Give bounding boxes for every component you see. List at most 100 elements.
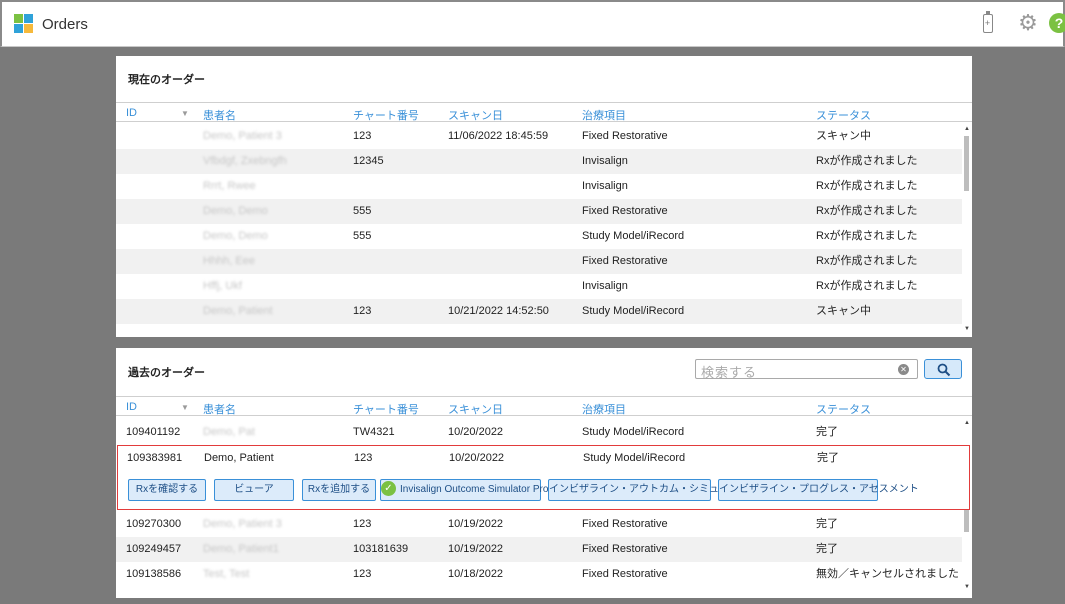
- col-status-header[interactable]: ステータス: [816, 107, 871, 123]
- scan-date: 10/19/2022: [448, 543, 504, 555]
- table-row[interactable]: Rrrt, Rwee Invisalign Rxが作成されました: [116, 174, 962, 199]
- current-orders-title: 現在のオーダー: [128, 74, 205, 86]
- col-id-header[interactable]: ID: [126, 107, 137, 119]
- status: スキャン中: [816, 305, 871, 317]
- col-scan-header[interactable]: スキャン日: [448, 107, 503, 123]
- search-input[interactable]: 検索する ✕: [695, 359, 918, 380]
- patient-name: Hffj, Ukf: [203, 280, 242, 292]
- scroll-down-icon[interactable]: ▼: [964, 326, 970, 332]
- patient-name: Hhhh, Eee: [203, 255, 255, 267]
- viewer-button[interactable]: ビューア: [214, 479, 294, 501]
- col-chart-header[interactable]: チャート番号: [353, 107, 419, 123]
- battery-icon: +: [983, 11, 993, 33]
- col-name-header[interactable]: 患者名: [203, 107, 236, 123]
- treatment: Invisalign: [582, 280, 628, 292]
- sort-down-icon[interactable]: ▼: [181, 403, 189, 412]
- past-orders-header: ID ▼ 患者名 チャート番号 スキャン日 治療項目 ステータス: [116, 396, 972, 416]
- treatment: Fixed Restorative: [582, 255, 668, 267]
- scan-date: 10/20/2022: [448, 426, 504, 438]
- current-orders-header: ID ▼ 患者名 チャート番号 スキャン日 治療項目 ステータス: [116, 102, 972, 122]
- past-orders-scrollbar-top[interactable]: ▲: [964, 420, 970, 445]
- table-row[interactable]: Hffj, Ukf Invisalign Rxが作成されました: [116, 274, 962, 299]
- col-treatment-header[interactable]: 治療項目: [582, 107, 626, 123]
- status: Rxが作成されました: [816, 155, 918, 167]
- scan-date: 10/18/2022: [448, 568, 504, 580]
- col-name-header[interactable]: 患者名: [203, 401, 236, 417]
- scroll-up-icon[interactable]: ▲: [964, 126, 970, 132]
- table-row[interactable]: 109270300 Demo, Patient 3 123 10/19/2022…: [116, 512, 962, 537]
- scrollbar-thumb[interactable]: [964, 510, 969, 532]
- chart-number: 123: [353, 568, 372, 580]
- patient-name: Demo, Patient: [204, 452, 274, 464]
- table-row[interactable]: 109249457 Demo, Patient1 103181639 10/19…: [116, 537, 962, 562]
- col-status-header[interactable]: ステータス: [816, 401, 871, 417]
- treatment: Fixed Restorative: [582, 543, 668, 555]
- outcome-simulator-pro-button[interactable]: ✓ Invisalign Outcome Simulator Pro: [380, 479, 548, 501]
- search-icon: [937, 363, 951, 377]
- progress-assessment-button[interactable]: インビザライン・プログレス・アセスメント: [718, 479, 919, 501]
- patient-name: Demo, Pat: [203, 426, 255, 438]
- view-rx-button[interactable]: Rxを確認する: [128, 479, 206, 501]
- scan-date: 10/21/2022 14:52:50: [448, 305, 549, 317]
- col-id-header[interactable]: ID: [126, 401, 137, 413]
- table-row[interactable]: Demo, Demo 555 Fixed Restorative Rxが作成され…: [116, 199, 962, 224]
- treatment: Study Model/iRecord: [582, 230, 685, 242]
- app-logo-icon: [14, 14, 33, 33]
- order-id: 109249457: [126, 543, 182, 555]
- col-treatment-header[interactable]: 治療項目: [582, 401, 626, 417]
- scan-date: 10/20/2022: [449, 452, 505, 464]
- status: 無効／キャンセルされました: [816, 568, 959, 580]
- help-icon[interactable]: ?: [1049, 13, 1065, 33]
- chart-number: TW4321: [353, 426, 395, 438]
- status: Rxが作成されました: [816, 205, 918, 217]
- treatment: Study Model/iRecord: [582, 305, 685, 317]
- col-chart-header[interactable]: チャート番号: [353, 401, 419, 417]
- table-row[interactable]: 109383981 Demo, Patient 123 10/20/2022 S…: [127, 446, 967, 471]
- treatment: Fixed Restorative: [582, 130, 668, 142]
- chart-number: 123: [354, 452, 373, 464]
- table-row[interactable]: Demo, Patient 3 123 11/06/2022 18:45:59 …: [116, 124, 962, 149]
- search-button[interactable]: [924, 359, 962, 379]
- patient-name: Demo, Patient1: [203, 543, 279, 555]
- table-row[interactable]: Demo, Patient 123 10/21/2022 14:52:50 St…: [116, 299, 962, 324]
- table-row[interactable]: Hhhh, Eee Fixed Restorative Rxが作成されました: [116, 249, 962, 274]
- add-rx-button[interactable]: Rxを追加する: [302, 479, 376, 501]
- chart-number: 103181639: [353, 543, 409, 555]
- clear-search-icon[interactable]: ✕: [898, 364, 909, 375]
- col-scan-header[interactable]: スキャン日: [448, 401, 503, 417]
- chart-number: 123: [353, 130, 372, 142]
- settings-gear-icon[interactable]: ⚙: [1017, 12, 1039, 34]
- top-bar: Orders + ⚙ ?: [0, 0, 1065, 47]
- past-orders-title: 過去のオーダー: [128, 367, 205, 379]
- selected-order-row[interactable]: 109383981 Demo, Patient 123 10/20/2022 S…: [117, 445, 970, 510]
- scroll-up-icon[interactable]: ▲: [964, 420, 970, 426]
- scroll-down-icon[interactable]: ▼: [964, 584, 970, 590]
- table-row[interactable]: 109138586 Test, Test 123 10/18/2022 Fixe…: [116, 562, 962, 587]
- scan-date: 11/06/2022 18:45:59: [448, 130, 549, 142]
- treatment: Invisalign: [582, 155, 628, 167]
- outcome-simulator-button[interactable]: インビザライン・アウトカム・シミュレーター: [548, 479, 759, 501]
- current-orders-scrollbar[interactable]: ▲ ▼: [964, 126, 970, 332]
- order-id: 109383981: [127, 452, 183, 464]
- sort-down-icon[interactable]: ▼: [181, 109, 189, 118]
- scrollbar-thumb[interactable]: [964, 136, 969, 191]
- patient-name: Rrrt, Rwee: [203, 180, 256, 192]
- patient-name: Vfbdgf, Zxebngfh: [203, 155, 287, 167]
- chart-number: 555: [353, 205, 372, 217]
- treatment: Study Model/iRecord: [582, 426, 685, 438]
- check-circle-icon: ✓: [381, 480, 396, 496]
- chart-number: 555: [353, 230, 372, 242]
- current-orders-panel: 現在のオーダー ID ▼ 患者名 チャート番号 スキャン日 治療項目 ステータス…: [116, 56, 972, 337]
- order-id: 109138586: [126, 568, 182, 580]
- status: Rxが作成されました: [816, 180, 918, 192]
- status: 完了: [816, 426, 838, 438]
- past-orders-scrollbar[interactable]: ▼: [964, 510, 970, 590]
- table-row[interactable]: Demo, Demo 555 Study Model/iRecord Rxが作成…: [116, 224, 962, 249]
- order-id: 109401192: [126, 426, 181, 438]
- chart-number: 123: [353, 518, 372, 530]
- table-row[interactable]: Vfbdgf, Zxebngfh 12345 Invisalign Rxが作成さ…: [116, 149, 962, 174]
- table-row[interactable]: 109401192 Demo, Pat TW4321 10/20/2022 St…: [116, 420, 962, 445]
- patient-name: Test, Test: [203, 568, 250, 580]
- patient-name: Demo, Patient 3: [203, 130, 282, 142]
- status: Rxが作成されました: [816, 230, 918, 242]
